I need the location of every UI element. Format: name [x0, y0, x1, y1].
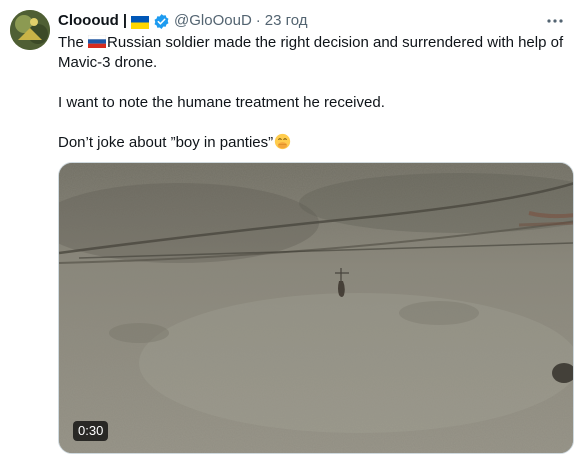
text-quote: Don’t joke about ”boy in panties” — [58, 134, 274, 151]
ukraine-flag-icon — [131, 15, 150, 29]
timestamp[interactable]: 23 год — [265, 11, 308, 31]
tweet-header: Cloooud | @GloOouD · 23 год — [58, 11, 308, 31]
face-hand-over-mouth-emoji — [274, 133, 291, 150]
text-main: Russian soldier made the right decision … — [58, 34, 564, 71]
more-options-icon[interactable] — [544, 10, 566, 32]
tweet-text-line-2: I want to note the humane treatment he r… — [58, 94, 385, 111]
verified-badge-icon[interactable] — [153, 13, 170, 30]
russia-flag-icon — [87, 34, 107, 48]
video-player[interactable]: 0:30 — [58, 162, 574, 454]
tweet[interactable]: Cloooud | @GloOouD · 23 год The Russian … — [0, 0, 580, 458]
tweet-text-line-1: The Russian soldier made the right decis… — [58, 33, 568, 73]
video-duration: 0:30 — [73, 421, 109, 441]
tweet-text: The Russian soldier made the right decis… — [58, 33, 568, 153]
header-dot: · — [255, 12, 261, 29]
author-name[interactable]: Cloooud — [58, 11, 119, 31]
text-prefix: The — [58, 34, 89, 51]
name-separator: | — [122, 12, 128, 29]
tweet-text-line-3: Don’t joke about ”boy in panties” — [58, 133, 568, 153]
avatar[interactable] — [10, 10, 50, 50]
author-handle[interactable]: @GloOouD — [174, 11, 252, 31]
